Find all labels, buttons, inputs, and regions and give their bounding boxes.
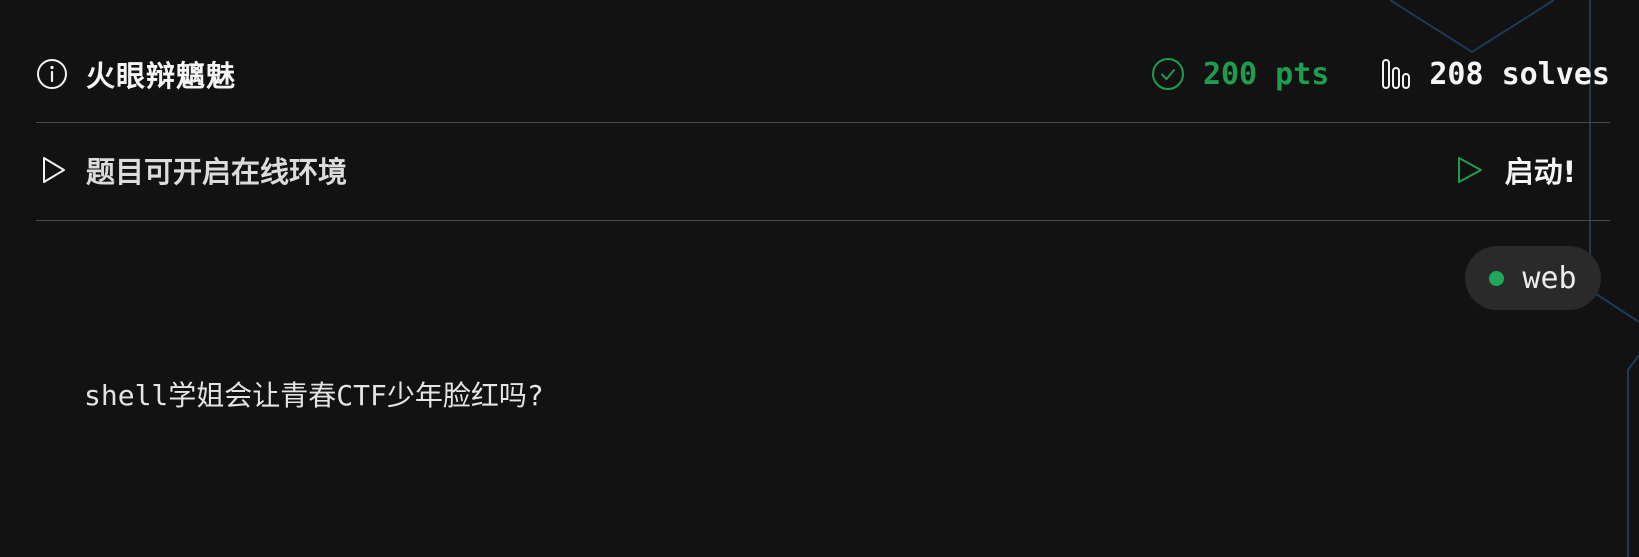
points-value: 200 pts	[1202, 56, 1330, 92]
launch-button[interactable]: 启动!	[1455, 149, 1576, 191]
challenge-description: shell学姐会让青春CTF少年脸红吗?	[84, 379, 544, 412]
environment-row: 题目可开启在线环境 启动!	[36, 142, 1610, 198]
solves-value: 208 solves	[1429, 56, 1610, 92]
info-circle-icon[interactable]	[36, 58, 68, 90]
bar-chart-icon	[1381, 57, 1411, 91]
category-tag: web	[1465, 246, 1601, 310]
points-badge: 200 pts	[1151, 57, 1329, 92]
challenge-header: 火眼辩魑魅 200 pts 208 solves	[36, 46, 1610, 102]
play-outline-icon	[36, 154, 68, 186]
environment-notice: 题目可开启在线环境	[86, 155, 348, 189]
divider	[36, 220, 1610, 221]
challenge-page: 火眼辩魑魅 200 pts 208 solves 题目可开启在线环境 启动! w…	[0, 0, 1639, 557]
launch-button-label: 启动!	[1504, 155, 1576, 189]
check-circle-icon	[1151, 57, 1185, 91]
divider	[36, 122, 1610, 123]
tag-label: web	[1522, 260, 1577, 296]
play-outline-icon	[1455, 154, 1485, 186]
tag-status-dot	[1489, 270, 1505, 286]
solves-badge: 208 solves	[1381, 57, 1610, 92]
challenge-title: 火眼辩魑魅	[86, 59, 237, 93]
